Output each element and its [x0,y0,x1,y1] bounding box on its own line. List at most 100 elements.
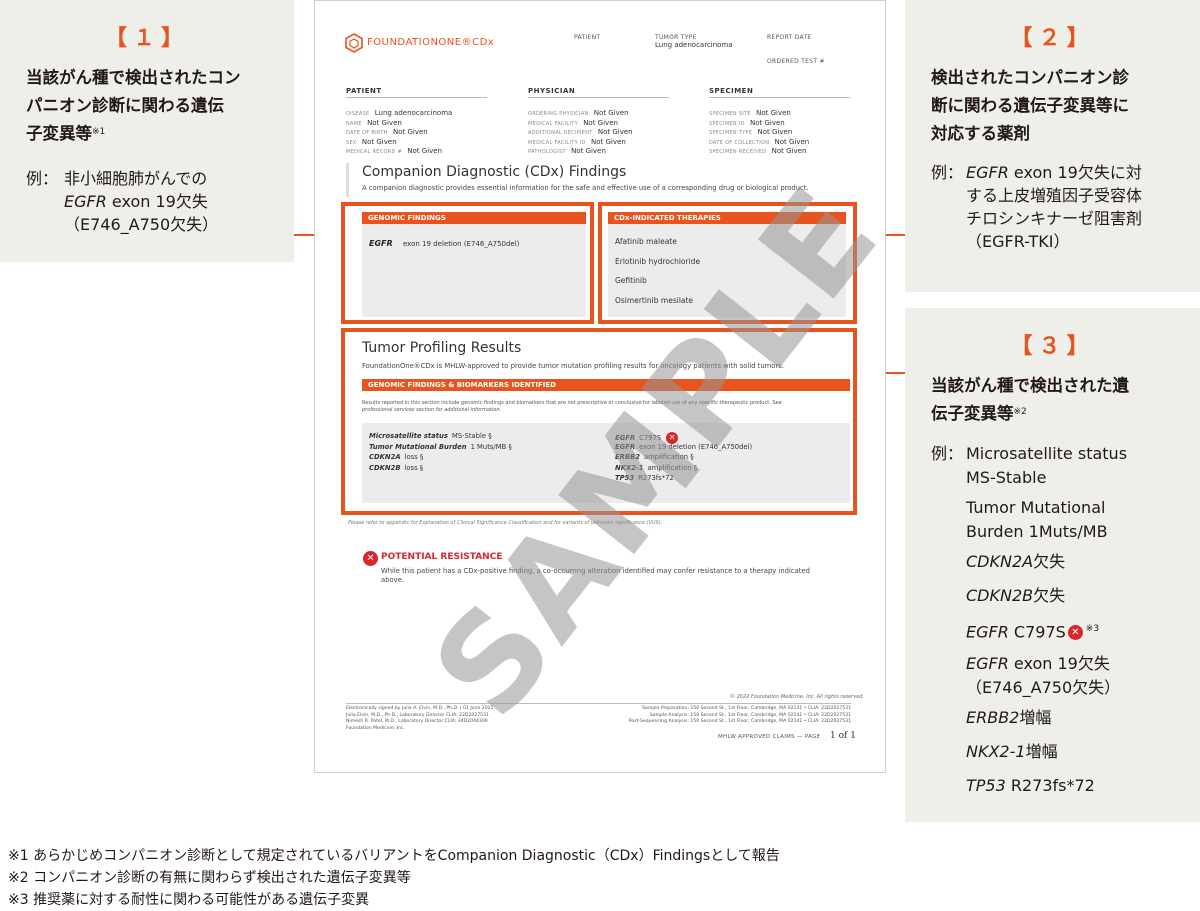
example-line: （E746_A750欠失） [64,215,219,234]
top-tumor-label: TUMOR TYPE [655,34,697,41]
panel-1-number: 【１】 [104,26,189,51]
section-rule [346,163,349,197]
gene-change: R273fs*72 [1005,776,1095,795]
gene-change: MS-Stable [966,468,1047,487]
panel-3-title: 当該がん種で検出された遺 伝子変異等※2 [931,372,1129,428]
example-line: Burden 1Muts/MB [966,520,1108,543]
specimen-heading: SPECIMEN [709,87,754,95]
example-line: NKX2-1増幅 [966,740,1058,763]
gene-change: （E746_A750欠失） [966,678,1121,697]
panel-3-title-line: 当該がん種で検出された遺 [931,376,1129,395]
signature-line: Foundation Medicine, Inc. [346,725,405,731]
gene-name: NKX2-1 [966,742,1026,761]
resistance-x-icon: ✕ [1067,625,1083,641]
patient-heading: PATIENT [346,87,382,95]
gene-change: Tumor Mutational [966,498,1106,517]
example-line: Tumor Mutational [966,496,1105,519]
cdx-findings-description: A companion diagnostic provides essentia… [362,184,809,192]
laboratory-line: Sample Preparation: 150 Second St., 1st … [642,706,851,711]
gene-name: CDKN2A [966,552,1034,571]
page-label: MHLW APPROVED CLAIMS — PAGE [718,734,821,740]
info-key: MEDICAL RECORD # [346,149,403,155]
annotation-panel-1: 【１】 当該がん種で検出されたコン パニオン診断に関わる遺伝 子変異等※1 例：… [0,0,294,262]
info-value: Not Given [568,147,606,155]
gene-change: exon 19欠失 [1008,654,1110,673]
example-line: EGFR C797S ✕ ※3 [966,618,1099,643]
gene-change: 増幅 [1019,708,1052,727]
example-line: EGFR exon 19欠失 [966,652,1110,675]
gene-change: C797S [1008,622,1066,642]
gene-change: 欠失 [1033,586,1066,605]
footnote-ref: ※2 [1013,407,1027,417]
divider [346,97,487,98]
example-line: TP53 R273fs*72 [966,774,1095,797]
footnote: ※2 コンパニオン診断の有無に関わらず検出された遺伝子変異等 [8,870,411,886]
example-line: （E746_A750欠失） [966,676,1120,699]
example-line: 非小細胞肺がんでの [64,169,208,188]
physician-heading: PHYSICIAN [528,87,576,95]
example-line: CDKN2A欠失 [966,550,1065,573]
resistance-x-icon: ✕ [363,551,378,566]
gene-name: CDKN2B [966,586,1034,605]
top-ordered-label: ORDERED TEST # [767,58,825,65]
panel-2-title-line: 断に関わる遺伝子変異等に [931,96,1129,115]
gene-name: ERBB2 [966,708,1020,727]
gene-change: Microsatellite status [966,444,1128,463]
example-line: （EGFR-TKI） [966,232,1070,251]
gene-name: TP53 [966,776,1006,795]
info-value: Not Given [769,147,807,155]
footnote-ref: ※3 [1085,624,1100,634]
panel-1-title-line: パニオン診断に関わる遺伝 [26,96,224,115]
gene-change: 欠失 [1033,552,1066,571]
panel-3-example-label: 例： [931,444,964,463]
laboratory-line: Post-Sequencing Analysis: 150 Second St.… [628,719,851,724]
example-line: ERBB2増幅 [966,706,1051,729]
divider [346,703,851,704]
footnote-ref: ※1 [92,127,106,137]
laboratory-line: Sample Analysis: 150 Second St., 1st Flo… [649,712,851,718]
footnote: ※1 あらかじめコンパニオン診断として規定されているバリアントをCompanio… [8,848,780,864]
info-key: PATHOLOGIST [528,149,566,155]
foundation-logo-icon [345,33,363,53]
panel-1-title-line: 当該がん種で検出されたコン [26,68,241,87]
gene-name: EGFR [966,654,1009,673]
panel-3-number: 【３】 [1010,334,1095,359]
panel-1-example: 非小細胞肺がんでの EGFR exon 19欠失 （E746_A750欠失） [64,167,218,236]
example-line: チロシンキナーゼ阻害剤 [966,209,1143,228]
copyright: © 2022 Foundation Medicine, Inc. All rig… [730,694,865,700]
top-tumor-value: Lung adenocarcinoma [655,41,733,49]
highlight-genomic-findings [341,202,594,324]
divider [528,97,669,98]
panel-1-example-label: 例： [26,169,59,188]
cdx-findings-title: Companion Diagnostic (CDx) Findings [362,164,627,180]
panel-2-title-line: 検出されたコンパニオン診 [931,68,1129,87]
top-patient-label: PATIENT [574,34,601,41]
gene-change: Burden 1Muts/MB [966,522,1108,541]
divider [709,97,850,98]
panel-2-number: 【２】 [1010,26,1095,51]
signature-line: Julia Elvin, M.D., Ph.D., Laboratory Dir… [346,712,489,718]
annotation-panel-2: 【２】 検出されたコンパニオン診 断に関わる遺伝子変異等に 対応する薬剤 例： … [905,0,1200,292]
annotation-panel-3: 【３】 当該がん種で検出された遺 伝子変異等※2 例： Microsatelli… [905,308,1200,822]
info-row: SPECIMEN RECEIVED Not Given [709,138,806,157]
page-value: 1 of 1 [830,731,856,741]
info-row: PATHOLOGIST Not Given [528,138,606,157]
signature-line: Electronically signed by Julia A. Elvin,… [346,706,494,711]
top-report-date-label: REPORT DATE [767,34,812,41]
panel-1-title-line: 子変異等 [26,124,92,143]
panel-2-example-label: 例： [931,163,964,182]
info-key: SPECIMEN RECEIVED [709,149,767,155]
footnote: ※3 推奨薬に対する耐性に関わる可能性がある遺伝子変異 [8,892,370,908]
example-line: EGFR exon 19欠失に対 [966,163,1142,182]
report-logo-text: FOUNDATIONONE®CDx [367,37,495,48]
panel-2-example: EGFR exon 19欠失に対 する上皮増殖因子受容体 チロシンキナーゼ阻害剤… [966,161,1142,253]
info-row: MEDICAL RECORD # Not Given [346,138,442,157]
panel-2-title: 検出されたコンパニオン診 断に関わる遺伝子変異等に 対応する薬剤 [931,64,1129,148]
example-line: CDKN2B欠失 [966,584,1065,607]
resistance-text-line: above. [381,576,405,584]
signature-line: Nimesh R. Patel, M.D., Laboratory Direct… [346,719,488,724]
info-value: Not Given [405,147,443,155]
example-line: EGFR exon 19欠失 [64,192,208,211]
panel-1-title: 当該がん種で検出されたコン パニオン診断に関わる遺伝 子変異等※1 [26,64,241,148]
gene-change: 増幅 [1025,742,1058,761]
